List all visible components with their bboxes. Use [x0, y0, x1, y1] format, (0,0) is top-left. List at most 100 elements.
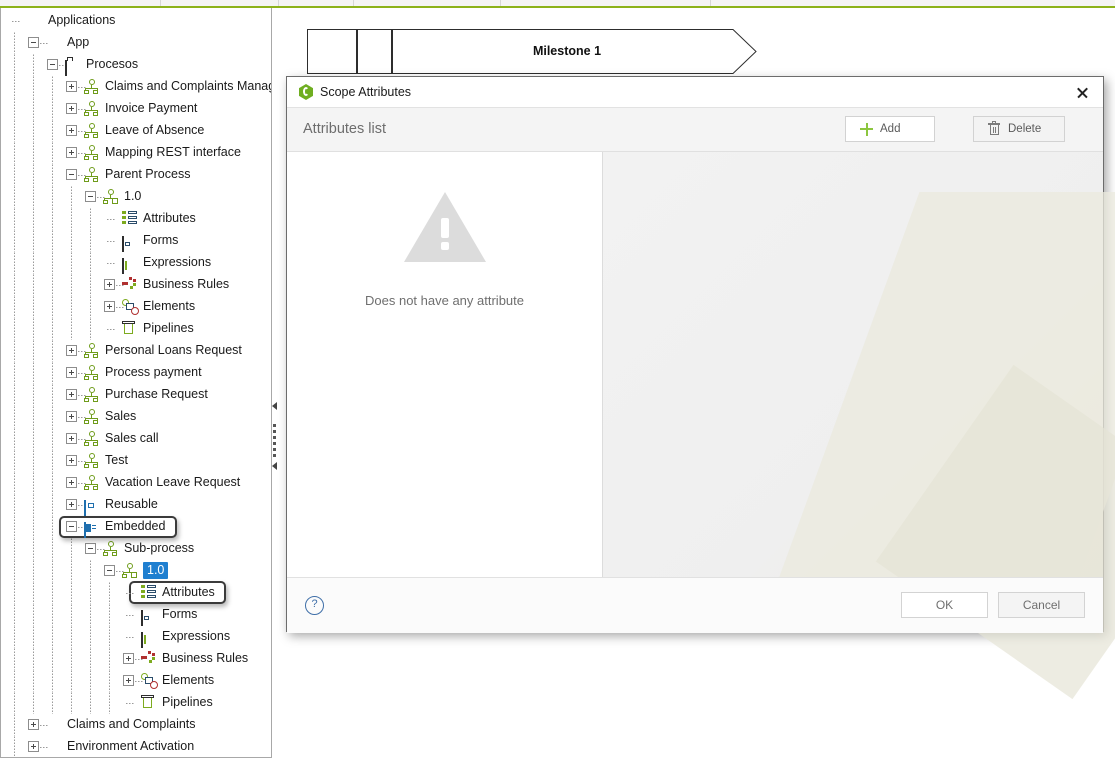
tree-item-sales-call[interactable]: Sales call [1, 428, 271, 450]
tree-item-attributes[interactable]: Attributes [1, 208, 271, 230]
tree-item-pipelines[interactable]: Pipelines [1, 692, 271, 714]
tree-item-embedded[interactable]: Embedded [1, 516, 271, 538]
delete-button[interactable]: Delete [973, 116, 1065, 142]
tree-item-reusable[interactable]: Reusable [1, 494, 271, 516]
tree-item-label: Vacation Leave Request [105, 475, 241, 489]
tree-item-business-rules[interactable]: Business Rules [1, 648, 271, 670]
tree-item-mapping-rest-interface[interactable]: Mapping REST interface [1, 142, 271, 164]
process-icon [84, 453, 100, 469]
business-rules-icon [141, 651, 157, 667]
tree-toggle-icon[interactable] [66, 367, 77, 378]
splitter-arrow-down-icon[interactable] [272, 462, 277, 470]
scope-attributes-dialog[interactable]: Scope Attributes Attributes list Add Del… [286, 76, 1115, 700]
tree-toggle-icon[interactable] [66, 521, 77, 532]
applications-tree-panel[interactable]: Applications App Procesos Claims and Compla… [0, 8, 272, 758]
add-button[interactable]: Add [845, 116, 935, 142]
tree-item-label: Reusable [105, 497, 158, 511]
tree-toggle-icon[interactable] [104, 565, 115, 576]
tree-item-label: Sales call [105, 431, 159, 445]
tree-toggle-icon[interactable] [66, 389, 77, 400]
tree-item-label: Applications [48, 13, 116, 27]
tree-item-label: Forms [162, 607, 198, 621]
panel-splitter[interactable] [270, 400, 280, 480]
tree-toggle-icon[interactable] [66, 477, 77, 488]
process-icon [84, 101, 100, 117]
tree-item-invoice-payment[interactable]: Invoice Payment [1, 98, 271, 120]
hexagon-dark-icon [46, 739, 62, 755]
tree-item-label: Purchase Request [105, 387, 208, 401]
tree-toggle-icon[interactable] [47, 59, 58, 70]
tree-item-label: Elements [162, 673, 215, 687]
close-icon[interactable] [1069, 82, 1095, 104]
tree-item-1-0[interactable]: 1.0 [1, 560, 271, 582]
dialog-toolbar: Attributes list Add Delete [287, 108, 1103, 152]
tree-item-elements[interactable]: Elements [1, 670, 271, 692]
tree-item-environment-activation[interactable]: Environment Activation [1, 736, 271, 757]
tree-item-procesos[interactable]: Procesos [1, 54, 271, 76]
attributes-list-pane[interactable]: Does not have any attribute [287, 152, 603, 592]
tree-toggle-icon[interactable] [66, 455, 77, 466]
tree-item-forms[interactable]: Forms [1, 230, 271, 252]
tree-toggle-icon[interactable] [66, 499, 77, 510]
tree-item-label: Forms [143, 233, 179, 247]
splitter-grip[interactable] [273, 424, 276, 458]
tree-toggle-icon[interactable] [85, 191, 96, 202]
tree-item-sales[interactable]: Sales [1, 406, 271, 428]
help-icon[interactable]: ? [305, 596, 324, 615]
pipelines-icon [141, 695, 157, 711]
tree-toggle-icon[interactable] [66, 103, 77, 114]
tree-toggle-icon[interactable] [66, 433, 77, 444]
tree-toggle-icon[interactable] [66, 81, 77, 92]
splitter-arrow-up-icon[interactable] [272, 402, 277, 410]
tree-item-attributes[interactable]: Attributes [1, 582, 271, 604]
tree-item-label: App [67, 35, 90, 49]
tree-toggle-icon[interactable] [66, 345, 77, 356]
tree-item-parent-process[interactable]: Parent Process [1, 164, 271, 186]
tree-item-sub-process[interactable]: Sub-process [1, 538, 271, 560]
milestone-label: Milestone 1 [532, 44, 602, 58]
attributes-icon [122, 211, 138, 227]
tree-item-forms[interactable]: Forms [1, 604, 271, 626]
tree-item-purchase-request[interactable]: Purchase Request [1, 384, 271, 406]
tree-toggle-icon[interactable] [66, 147, 77, 158]
forms-icon [122, 233, 138, 252]
tree-item-label: Procesos [86, 57, 139, 71]
tree-item-label: Expressions [162, 629, 231, 643]
tree-item-pipelines[interactable]: Pipelines [1, 318, 271, 340]
tree-item-leave-of-absence[interactable]: Leave of Absence [1, 120, 271, 142]
tree-item-claims-and-complaints-management[interactable]: Claims and Complaints Management [1, 76, 271, 98]
tree-item-business-rules[interactable]: Business Rules [1, 274, 271, 296]
tree-toggle-icon[interactable] [28, 719, 39, 730]
tree-item-expressions[interactable]: Expressions [1, 252, 271, 274]
tree-toggle-icon[interactable] [123, 675, 134, 686]
tree-toggle-icon[interactable] [104, 279, 115, 290]
tree-toggle-icon[interactable] [104, 301, 115, 312]
tree-toggle-icon[interactable] [66, 125, 77, 136]
tree-item-test[interactable]: Test [1, 450, 271, 472]
tree-item-elements[interactable]: Elements [1, 296, 271, 318]
tree-item-personal-loans-request[interactable]: Personal Loans Request [1, 340, 271, 362]
milestone-shape[interactable]: Milestone 1 [307, 29, 757, 74]
tree-toggle-icon[interactable] [66, 411, 77, 422]
delete-button-label: Delete [1008, 123, 1042, 135]
tree-toggle-icon[interactable] [123, 653, 134, 664]
tree-item-claims-and-complaints[interactable]: Claims and Complaints [1, 714, 271, 736]
add-button-label: Add [880, 123, 901, 135]
tree-item-label: Pipelines [162, 695, 213, 709]
tree-item-process-payment[interactable]: Process payment [1, 362, 271, 384]
process-icon [84, 409, 100, 425]
tree-item-vacation-leave-request[interactable]: Vacation Leave Request [1, 472, 271, 494]
tree-item-expressions[interactable]: Expressions [1, 626, 271, 648]
ok-button[interactable]: OK [901, 592, 988, 618]
tree-toggle-icon[interactable] [66, 169, 77, 180]
tree-item-1-0[interactable]: 1.0 [1, 186, 271, 208]
tree-item-applications[interactable]: Applications [1, 10, 271, 32]
process-icon [84, 475, 100, 491]
tree-item-label: Environment Activation [67, 739, 195, 753]
cancel-button[interactable]: Cancel [998, 592, 1085, 618]
tree-toggle-icon[interactable] [85, 543, 96, 554]
attributes-list-title: Attributes list [303, 121, 386, 137]
tree-item-app[interactable]: App [1, 32, 271, 54]
tree-toggle-icon[interactable] [28, 741, 39, 752]
tree-toggle-icon[interactable] [28, 37, 39, 48]
